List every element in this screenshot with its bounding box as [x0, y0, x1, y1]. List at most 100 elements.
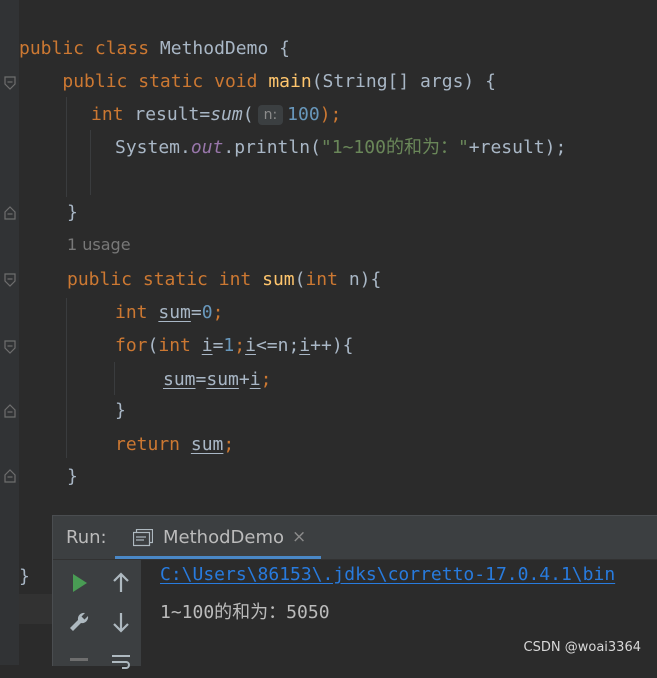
params: n){	[337, 269, 382, 290]
keyword: int	[158, 335, 191, 356]
usage-hint[interactable]: 1 usage	[67, 235, 131, 254]
keyword: static	[142, 269, 208, 290]
code-line-close-main[interactable]: }	[67, 198, 78, 228]
keyword: class	[94, 38, 150, 59]
run-toolbar	[53, 560, 141, 669]
console-command-link[interactable]: C:\Users\86153\.jdks\corretto-17.0.4.1\b…	[160, 564, 615, 585]
code-line-main-decl[interactable]: public static void main(String[] args) {	[19, 67, 496, 97]
variable: i	[201, 335, 213, 356]
code-line-accumulate[interactable]: sum=sum+i;	[163, 365, 271, 395]
condition: <=n;	[255, 335, 300, 356]
wrench-icon[interactable]	[66, 609, 92, 635]
method-call: sum	[210, 104, 243, 125]
watermark: CSDN @woai3364	[523, 640, 641, 655]
paren: (	[294, 269, 306, 290]
code-line-sum-decl[interactable]: public static int sum(int n){	[67, 265, 381, 295]
brace: }	[19, 566, 30, 587]
paren: (	[147, 335, 159, 356]
tab-methoddemo[interactable]: MethodDemo ×	[115, 516, 321, 559]
variable: sum	[206, 369, 239, 390]
keyword: int	[115, 302, 148, 323]
variable: i	[249, 369, 261, 390]
parameter-hint: n:	[257, 105, 284, 125]
keyword: public	[62, 71, 128, 92]
code-line-return[interactable]: return sum;	[115, 430, 234, 460]
run-icon[interactable]	[66, 570, 92, 596]
code-line-close-for[interactable]: }	[115, 396, 126, 426]
paren: (	[242, 104, 254, 125]
keyword: for	[115, 335, 148, 356]
fold-icon[interactable]	[4, 76, 16, 90]
stop-icon[interactable]	[66, 652, 92, 678]
run-tool-header: Run: MethodDemo ×	[53, 516, 657, 560]
tab-selected-underline	[115, 556, 321, 559]
semicolon: ;	[234, 335, 246, 356]
code-line-class-decl[interactable]: public class MethodDemo {	[19, 34, 290, 64]
console-icon	[133, 529, 153, 547]
operator: =	[212, 335, 224, 356]
code-line-println[interactable]: System.out.println("1~100的和为："+result);	[115, 133, 566, 163]
number-literal: 1	[223, 335, 235, 356]
keyword: static	[138, 71, 204, 92]
variable: sum	[190, 434, 224, 455]
number-literal: 100	[287, 104, 320, 125]
indent-guide	[66, 298, 67, 458]
operator: =	[195, 369, 207, 390]
arrow-up-icon[interactable]	[108, 570, 134, 596]
code-line-sum-init[interactable]: int sum=0;	[115, 298, 223, 328]
indent-guide	[114, 362, 115, 395]
tab-label: MethodDemo	[163, 527, 284, 548]
fold-icon[interactable]	[4, 469, 16, 483]
code-line-for[interactable]: for(int i=1;i<=n;i++){	[115, 331, 354, 361]
brace: {	[268, 38, 290, 59]
brace: }	[115, 400, 126, 421]
method-name: main	[268, 71, 312, 92]
method-call: .println(	[223, 137, 321, 158]
fold-icon[interactable]	[4, 404, 16, 418]
fold-icon[interactable]	[4, 273, 16, 287]
keyword: return	[115, 434, 181, 455]
keyword: public	[67, 269, 133, 290]
keyword: int	[218, 269, 252, 290]
statement-end: );	[319, 104, 342, 125]
semicolon: ;	[223, 434, 235, 455]
class-ref: System.	[115, 137, 191, 158]
indent-guide	[66, 97, 67, 197]
code-line-close-sum[interactable]: }	[67, 462, 78, 492]
variable: i	[299, 335, 311, 356]
keyword: void	[214, 71, 258, 92]
code-line-result[interactable]: int result=sum(n: 100);	[91, 100, 341, 130]
keyword: int	[305, 269, 338, 290]
class-name: MethodDemo	[159, 38, 269, 59]
variable: i	[245, 335, 256, 356]
assignment: result=	[123, 104, 211, 125]
current-line-highlight	[19, 594, 54, 624]
soft-wrap-icon[interactable]	[108, 652, 134, 678]
close-icon[interactable]: ×	[292, 527, 306, 547]
editor-gutter	[0, 0, 19, 665]
number-literal: 0	[201, 302, 213, 323]
code-line-close-class[interactable]: }	[19, 562, 30, 592]
arrow-down-icon[interactable]	[108, 609, 134, 635]
keyword: int	[91, 104, 124, 125]
operator: +	[238, 369, 250, 390]
operator: =	[190, 302, 202, 323]
variable: sum	[158, 302, 191, 323]
fold-icon[interactable]	[4, 340, 16, 354]
increment: ++){	[310, 335, 354, 356]
fold-icon[interactable]	[4, 206, 16, 220]
static-field: out	[190, 137, 224, 158]
params: (String[] args) {	[311, 71, 496, 92]
indent-guide	[90, 130, 91, 195]
semicolon: ;	[212, 302, 224, 323]
